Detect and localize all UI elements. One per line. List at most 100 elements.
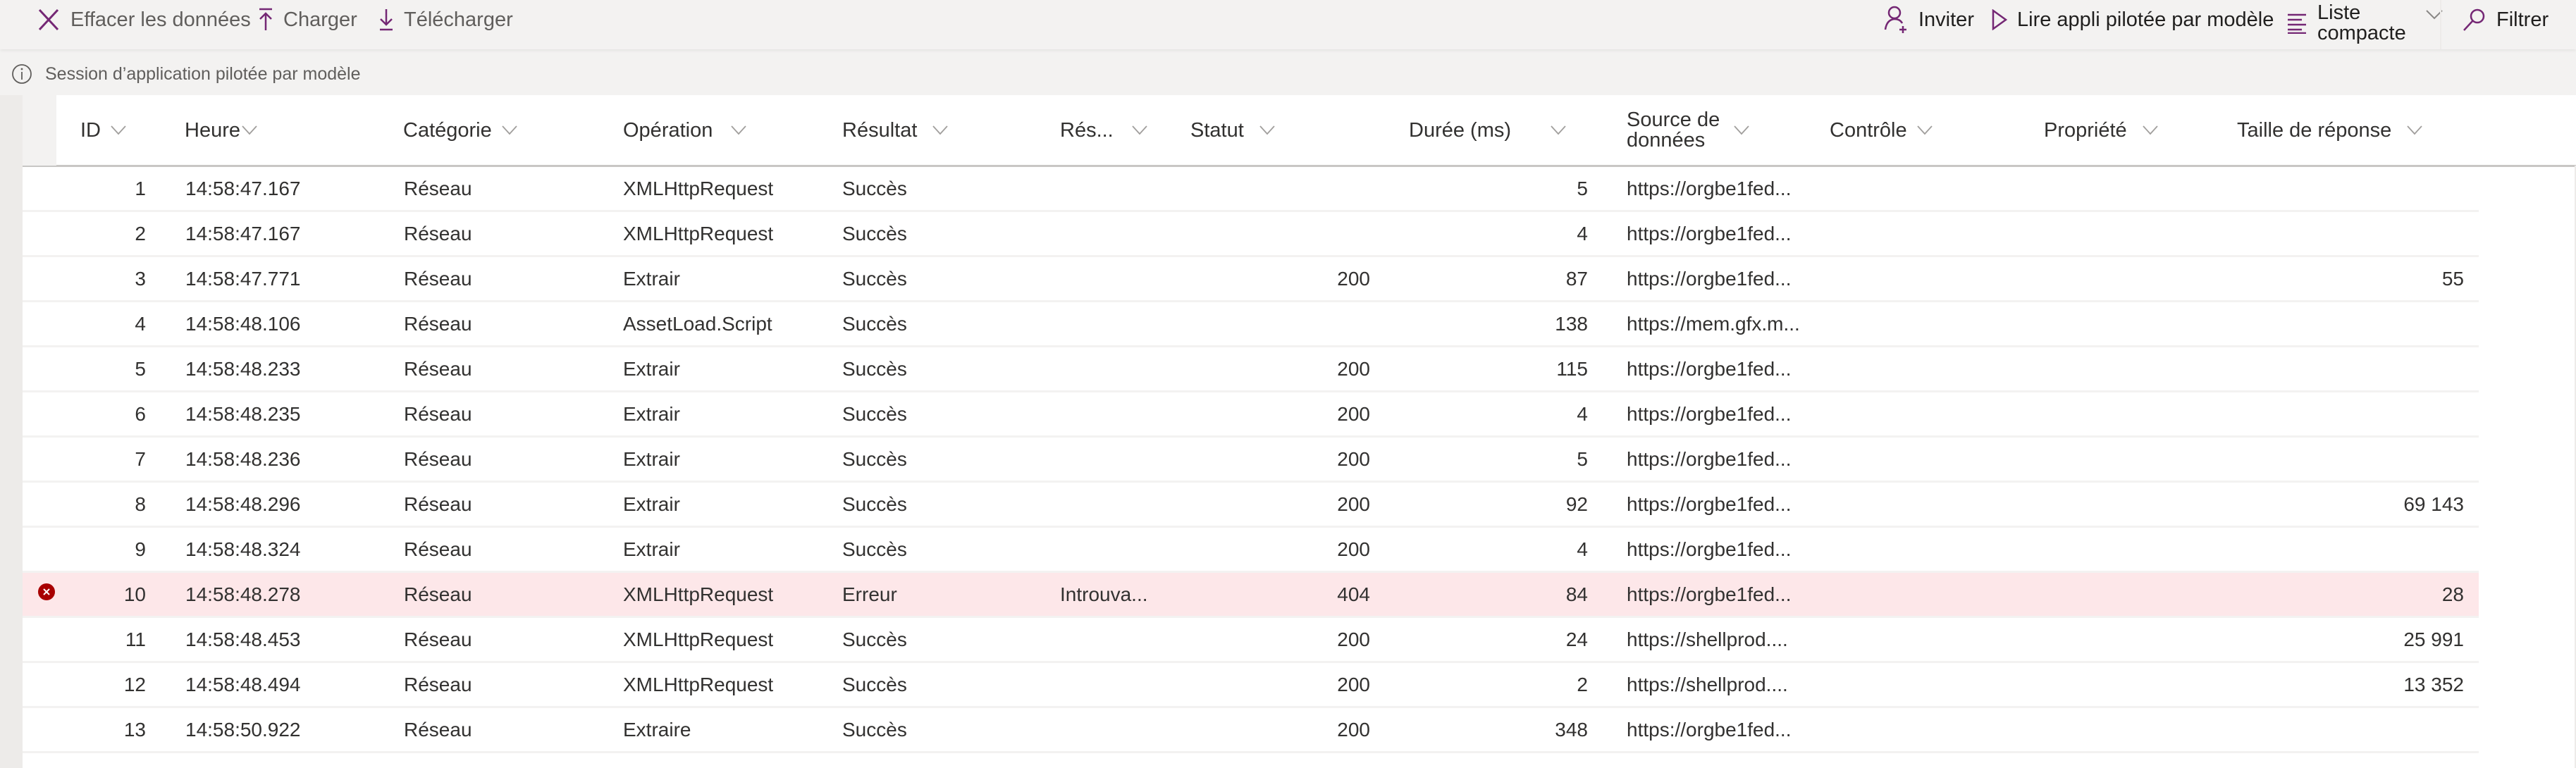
cell-result-info [1060,257,1180,300]
table-row[interactable]: 5 14:58:48.233 Réseau Extrair Succès 200 115 ht… [23,347,2479,392]
chevron-down-icon [2407,125,2422,135]
column-header-status[interactable]: Statut [1190,95,1275,166]
table-row[interactable]: 2 14:58:47.167 Réseau XMLHttpRequest Succès 4… [23,212,2479,257]
search-icon [2463,8,2486,32]
invite-button[interactable]: Inviter [1883,0,1974,39]
table-row[interactable]: 9 14:58:48.324 Réseau Extrair Succès 200 4 http… [23,528,2479,573]
cell-operation: XMLHttpRequest [623,673,774,695]
table-row[interactable]: 3 14:58:47.771 Réseau Extrair Succès 200 87 htt… [23,257,2479,302]
download-button[interactable]: Télécharger [378,0,513,39]
cell-id: 8 [135,493,146,515]
cell-response-size [2253,392,2464,435]
cell-result: Succès [842,718,907,741]
header-spacer [23,95,56,166]
cell-id: 4 [135,312,146,335]
cell-id: 3 [135,267,146,290]
cell-duration: 92 [1565,493,1588,515]
cell-status: 200 [1337,538,1370,560]
clear-data-label: Effacer les données [70,8,251,31]
column-header-result[interactable]: Résultat [842,95,949,166]
cell-time: 14:58:48.324 [185,538,301,560]
column-label: Propriété [2044,118,2127,142]
chevron-down-icon [1551,125,1566,135]
upload-button[interactable]: Charger [258,0,357,39]
column-label: Rés... [1060,118,1114,142]
cell-source: https://orgbe1fed... [1627,177,1792,199]
cell-control [1830,257,2034,300]
cell-source: https://orgbe1fed... [1627,357,1792,380]
play-app-label: Lire appli pilotée par modèle [2017,8,2274,31]
column-header-category[interactable]: Catégorie [403,95,517,166]
cell-duration: 5 [1577,447,1588,470]
table-row[interactable]: 6 14:58:48.235 Réseau Extrair Succès 200 4 http… [23,392,2479,438]
column-header-property[interactable]: Propriété [2044,95,2158,166]
cell-response-size [2253,438,2464,481]
cell-time: 14:58:48.235 [185,402,301,425]
download-icon [378,8,394,32]
cell-property [2044,302,2227,345]
cell-status: 200 [1337,447,1370,470]
column-header-control[interactable]: Contrôle [1830,95,1933,166]
filter-button[interactable]: Filtrer [2463,0,2549,39]
cell-control [1830,438,2034,481]
cell-category: Réseau [404,673,472,695]
table-row[interactable]: 1 14:58:47.167 Réseau XMLHttpRequest Succès 5… [23,167,2479,212]
cell-time: 14:58:48.278 [185,583,301,605]
cell-operation: AssetLoad.Script [623,312,772,335]
column-header-duration[interactable]: Durée (ms) [1409,95,1566,166]
table-row[interactable]: 11 14:58:48.453 Réseau XMLHttpRequest Succès… [23,618,2479,663]
cell-id: 6 [135,402,146,425]
cell-property [2044,528,2227,571]
cell-result: Succès [842,402,907,425]
cell-operation: Extrair [623,447,680,470]
cell-operation: XMLHttpRequest [623,222,774,244]
cell-source: https://orgbe1fed... [1627,583,1792,605]
clear-data-button[interactable]: Effacer les données [37,0,251,39]
cell-source: https://orgbe1fed... [1627,222,1792,244]
cell-property [2044,573,2227,616]
table-row[interactable]: 8 14:58:48.296 Réseau Extrair Succès 200 92 htt… [23,483,2479,528]
grid-header: ID Heure Catégorie Opération Résultat Ré… [23,95,2576,167]
cell-source: https://orgbe1fed... [1627,267,1792,290]
cell-response-size [2253,528,2464,571]
table-row[interactable]: 13 14:58:50.922 Réseau Extraire Succès 200 348… [23,708,2479,753]
cell-result-info [1060,302,1180,345]
cell-source: https://shellprod.... [1627,628,1788,650]
cell-duration: 24 [1565,628,1588,650]
cell-control [1830,347,2034,390]
column-label: Contrôle [1830,118,1907,142]
table-row[interactable]: 12 14:58:48.494 Réseau XMLHttpRequest Succès… [23,663,2479,708]
cell-result: Succès [842,493,907,515]
chevron-down-icon [1132,125,1147,135]
monitor-events-grid: ID Heure Catégorie Opération Résultat Ré… [23,95,2576,768]
view-mode-label-line2: compacte [2317,22,2406,44]
column-header-data-source[interactable]: Source de données [1627,95,1749,166]
cell-source: https://orgbe1fed... [1627,493,1792,515]
column-label: Taille de réponse [2237,118,2392,142]
view-mode-dropdown[interactable]: Liste compacte [2286,0,2443,47]
cell-id: 10 [123,583,146,605]
left-gutter [0,95,23,768]
chevron-down-icon [1259,125,1275,135]
column-header-operation[interactable]: Opération [623,95,747,166]
cell-property [2044,347,2227,390]
column-header-id[interactable]: ID [80,95,126,166]
table-row[interactable]: 7 14:58:48.236 Réseau Extrair Succès 200 5 http… [23,438,2479,483]
cell-operation: Extrair [623,267,680,290]
table-row[interactable]: 10 14:58:48.278 Réseau XMLHttpRequest Erreur… [23,573,2479,618]
cell-category: Réseau [404,628,472,650]
play-app-button[interactable]: Lire appli pilotée par modèle [1992,0,2274,39]
chevron-down-icon [242,125,257,135]
column-header-result-info[interactable]: Rés... [1060,95,1147,166]
cell-result: Succès [842,447,907,470]
cell-property [2044,708,2227,751]
column-header-response-size[interactable]: Taille de réponse [2237,95,2422,166]
column-header-time[interactable]: Heure [185,95,257,166]
table-row[interactable]: 4 14:58:48.106 Réseau AssetLoad.Script Succè… [23,302,2479,347]
cell-duration: 4 [1577,538,1588,560]
error-icon [38,583,55,600]
cell-property [2044,663,2227,706]
cell-id: 2 [135,222,146,244]
cell-category: Réseau [404,357,472,380]
cell-result: Succès [842,673,907,695]
